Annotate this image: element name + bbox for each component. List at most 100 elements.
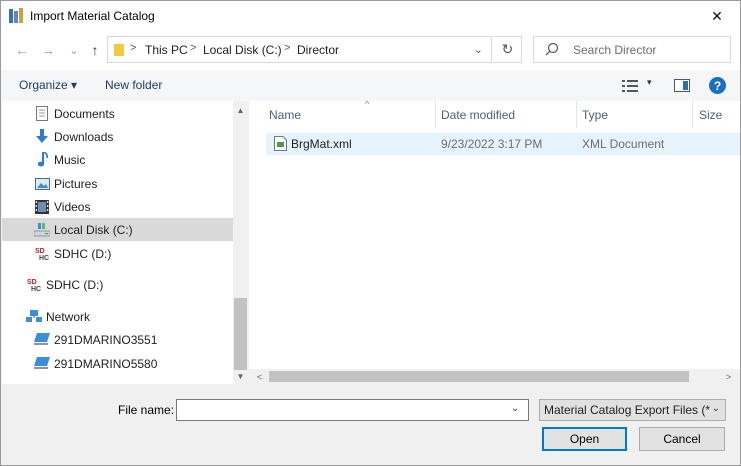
back-button[interactable]: ← xyxy=(13,41,31,59)
local-disk-icon xyxy=(34,222,50,238)
column-label: Size xyxy=(699,107,723,122)
open-button-label: Open xyxy=(569,432,600,446)
file-list: Name ^ Date modified Type Size BrgMat.xm… xyxy=(249,101,740,384)
sidebar-item-label: Downloads xyxy=(54,129,114,144)
breadcrumb-separator: > xyxy=(130,42,137,54)
sidebar-item-pictures[interactable]: Pictures xyxy=(2,172,233,195)
table-row[interactable]: BrgMat.xml 9/23/2022 3:17 PM XML Documen… xyxy=(266,133,740,155)
title-bar: Import Material Catalog ✕ xyxy=(1,1,740,32)
breadcrumb-separator: > xyxy=(284,42,291,54)
scroll-down-icon[interactable]: ▼ xyxy=(233,369,248,384)
view-options-icon[interactable] xyxy=(622,80,638,92)
breadcrumb-this-pc[interactable]: This PC xyxy=(145,43,188,57)
sidebar-item-label: SDHC (D:) xyxy=(54,246,112,261)
import-dialog: Import Material Catalog ✕ ← → ⌄ ↑ > This… xyxy=(0,0,741,466)
cancel-button-label: Cancel xyxy=(663,432,701,446)
breadcrumb-local-disk[interactable]: Local Disk (C:) xyxy=(203,43,282,57)
new-folder-button[interactable]: New folder xyxy=(105,78,162,92)
forward-arrow-icon: → xyxy=(41,42,55,58)
sidebar-item-label: Local Disk (C:) xyxy=(54,222,133,237)
sidebar-item-sdhc-root[interactable]: SD HC SDHC (D:) xyxy=(2,273,233,296)
up-button[interactable]: ↑ xyxy=(86,41,104,59)
command-bar: Organize ▾ New folder ▾ ? xyxy=(1,70,740,101)
sidebar-item-network[interactable]: Network xyxy=(2,305,233,328)
window-title: Import Material Catalog xyxy=(30,9,155,23)
column-header-size[interactable]: Size xyxy=(699,101,739,128)
sdhc-icon: SD HC xyxy=(26,277,42,293)
sdhc-icon: SD HC xyxy=(34,246,50,262)
computer-icon xyxy=(34,332,50,348)
scroll-left-icon[interactable]: < xyxy=(252,369,267,384)
sidebar-item-computer[interactable]: 291DMARINO3551 xyxy=(2,328,233,351)
file-name-input[interactable] xyxy=(176,399,529,421)
svg-text:HC: HC xyxy=(31,286,41,293)
sidebar-item-sdhc[interactable]: SD HC SDHC (D:) xyxy=(2,242,233,265)
refresh-button[interactable]: ↻ xyxy=(494,36,522,63)
sidebar-item-local-disk[interactable]: Local Disk (C:) xyxy=(2,218,233,241)
sidebar-item-label: Videos xyxy=(54,199,91,214)
xml-file-icon xyxy=(274,136,287,151)
svg-text:SD: SD xyxy=(35,248,45,255)
breadcrumb-separator: > xyxy=(190,42,197,54)
chevron-down-icon: ⌄ xyxy=(69,44,79,57)
recent-locations-button[interactable]: ⌄ xyxy=(65,41,83,59)
organize-button[interactable]: Organize ▾ xyxy=(19,78,77,92)
documents-icon xyxy=(34,106,50,122)
scroll-right-icon[interactable]: > xyxy=(721,369,736,384)
navigation-scrollbar[interactable]: ▲ ▼ xyxy=(233,101,248,384)
downloads-icon xyxy=(34,129,50,145)
close-button[interactable]: ✕ xyxy=(694,1,740,32)
preview-pane-icon[interactable] xyxy=(674,79,690,92)
file-name-label: File name: xyxy=(118,403,175,417)
navigation-pane: Documents Downloads Music Pictures Video… xyxy=(2,101,233,384)
svg-text:HC: HC xyxy=(39,255,49,262)
network-icon xyxy=(26,309,42,325)
close-icon: ✕ xyxy=(711,8,723,24)
sidebar-item-downloads[interactable]: Downloads xyxy=(2,125,233,148)
sidebar-item-label: Music xyxy=(54,152,86,167)
address-row: ← → ⌄ ↑ > This PC > Local Disk (C:) > Di… xyxy=(1,32,740,70)
file-list-hscrollbar[interactable]: < > xyxy=(249,369,740,384)
breadcrumb-director[interactable]: Director xyxy=(297,43,339,57)
svg-text:SD: SD xyxy=(27,279,37,286)
file-type: XML Document xyxy=(582,137,665,151)
computer-icon xyxy=(34,356,50,372)
file-name-dropdown-icon[interactable]: ⌄ xyxy=(511,403,519,414)
sidebar-item-label: 291DMARINO3551 xyxy=(54,332,158,347)
column-label: Name xyxy=(269,107,302,122)
refresh-icon: ↻ xyxy=(501,41,514,57)
search-placeholder: Search Director xyxy=(573,43,657,57)
column-divider[interactable] xyxy=(692,101,693,128)
help-icon[interactable]: ? xyxy=(709,77,726,94)
forward-button[interactable]: → xyxy=(39,41,57,59)
open-button[interactable]: Open xyxy=(542,427,627,451)
sidebar-item-label: 291DMARINO5580 xyxy=(54,356,158,371)
address-dropdown-icon[interactable]: ⌄ xyxy=(474,43,483,56)
sidebar-item-computer[interactable]: 291DMARINO5580 xyxy=(2,352,233,375)
search-icon xyxy=(545,42,559,56)
folder-icon xyxy=(114,44,124,56)
view-dropdown-icon[interactable]: ▾ xyxy=(647,77,652,88)
scrollbar-thumb[interactable] xyxy=(234,298,247,370)
sidebar-item-music[interactable]: Music xyxy=(2,148,233,171)
cancel-button[interactable]: Cancel xyxy=(639,427,725,451)
scroll-up-icon[interactable]: ▲ xyxy=(233,103,248,118)
file-type-filter[interactable]: Material Catalog Export Files (* ⌄ xyxy=(539,399,726,421)
scrollbar-thumb[interactable] xyxy=(269,371,689,382)
column-label: Date modified xyxy=(441,107,516,122)
sidebar-item-documents[interactable]: Documents xyxy=(2,102,233,125)
column-divider[interactable] xyxy=(576,101,577,128)
sidebar-item-videos[interactable]: Videos xyxy=(2,195,233,218)
sidebar-item-label: Pictures xyxy=(54,176,98,191)
search-input[interactable]: Search Director xyxy=(533,36,731,63)
address-bar[interactable]: > This PC > Local Disk (C:) > Director ⌄ xyxy=(107,36,492,63)
up-arrow-icon: ↑ xyxy=(91,42,99,58)
sidebar-item-label: SDHC (D:) xyxy=(46,277,104,292)
column-header-name[interactable]: Name ^ xyxy=(269,101,434,128)
file-date: 9/23/2022 3:17 PM xyxy=(441,137,543,151)
column-header-type[interactable]: Type xyxy=(582,101,692,128)
column-header-date[interactable]: Date modified xyxy=(441,101,576,128)
pictures-icon xyxy=(34,176,50,192)
column-divider[interactable] xyxy=(435,101,436,128)
file-type-filter-value: Material Catalog Export Files (* xyxy=(544,403,711,417)
